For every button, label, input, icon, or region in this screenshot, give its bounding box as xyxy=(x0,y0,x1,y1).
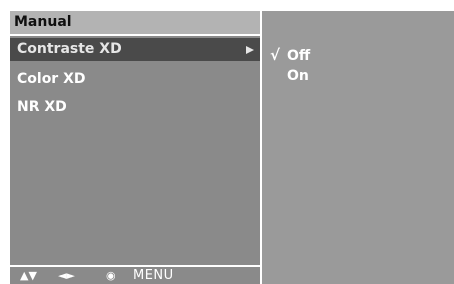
menu-item-color-xd[interactable]: Color XD xyxy=(10,68,260,91)
navigation-hint-bar: ▲▼ ◄► ◉ MENU xyxy=(10,267,260,284)
title-divider xyxy=(10,34,260,36)
menu-item-label: NR XD xyxy=(17,99,67,115)
option-on[interactable]: On xyxy=(287,67,309,85)
up-down-arrow-icon: ▲▼ xyxy=(20,269,37,282)
menu-item-label: Color XD xyxy=(17,71,86,87)
menu-title: Manual xyxy=(10,11,260,34)
ok-button-icon: ◉ xyxy=(106,269,116,282)
menu-item-label: Contraste XD xyxy=(17,41,122,57)
checkmark-icon: √ xyxy=(270,46,281,64)
menu-item-nr-xd[interactable]: NR XD xyxy=(10,96,260,119)
menu-panel: Manual Contraste XD Color XD NR XD ▲▼ ◄►… xyxy=(10,11,262,284)
osd-screen: Manual Contraste XD Color XD NR XD ▲▼ ◄►… xyxy=(10,11,454,284)
submenu-arrow-icon xyxy=(246,46,254,54)
menu-item-contraste-xd[interactable]: Contraste XD xyxy=(10,38,260,61)
option-off[interactable]: Off xyxy=(287,47,310,65)
left-right-arrow-icon: ◄► xyxy=(58,269,75,282)
menu-label: MENU xyxy=(133,268,174,283)
